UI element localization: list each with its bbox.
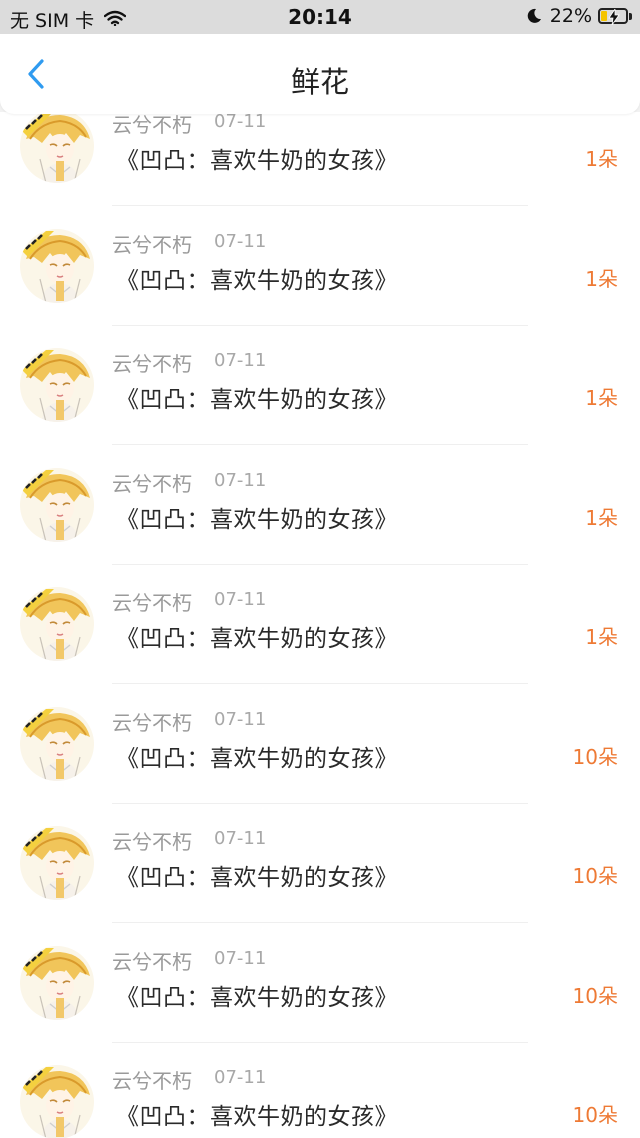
- author-name: 云兮不朽: [112, 949, 192, 974]
- nav-bar: 鲜花: [0, 34, 640, 114]
- list-item[interactable]: 云兮不朽 07-11 《凹凸：喜欢牛奶的女孩》 10朵: [0, 924, 640, 1043]
- list-item[interactable]: 云兮不朽 07-11 《凹凸：喜欢牛奶的女孩》 10朵: [0, 685, 640, 804]
- avatar[interactable]: [20, 228, 94, 303]
- date-label: 07-11: [214, 708, 267, 730]
- author-name: 云兮不朽: [112, 1069, 192, 1093]
- book-title: 《凹凸：喜欢牛奶的女孩》: [116, 506, 398, 533]
- flower-count: 1朵: [585, 147, 618, 171]
- date-label: 07-11: [214, 230, 267, 252]
- flower-count: 1朵: [585, 266, 618, 291]
- flower-count: 10朵: [572, 1103, 618, 1127]
- avatar[interactable]: [20, 587, 94, 661]
- book-title: 《凹凸：喜欢牛奶的女孩》: [116, 1104, 398, 1130]
- author-name: 云兮不朽: [112, 352, 192, 376]
- avatar[interactable]: [20, 1065, 94, 1138]
- list-item[interactable]: 云兮不朽 07-11 《凹凸：喜欢牛奶的女孩》 1朵: [0, 326, 640, 445]
- date-label: 07-11: [214, 469, 267, 491]
- flower-list[interactable]: 云兮不朽 07-11 《凹凸：喜欢牛奶的女孩》 1朵 云兮不朽 07-11 《凹凸：喜欢牛…: [0, 112, 640, 1138]
- book-title: 《凹凸：喜欢牛奶的女孩》: [116, 387, 398, 413]
- list-item[interactable]: 云兮不朽 07-11 《凹凸：喜欢牛奶的女孩》 1朵: [0, 565, 640, 684]
- charging-bolt-icon: [608, 7, 620, 30]
- date-label: 07-11: [214, 589, 267, 610]
- list-item[interactable]: 云兮不朽 07-11 《凹凸：喜欢牛奶的女孩》 1朵: [0, 112, 640, 206]
- book-title: 《凹凸：喜欢牛奶的女孩》: [116, 148, 398, 174]
- book-title: 《凹凸：喜欢牛奶的女孩》: [116, 267, 398, 294]
- battery-percent: 22%: [549, 5, 592, 27]
- flower-count: 10朵: [572, 744, 618, 769]
- author-name: 云兮不朽: [112, 113, 192, 137]
- battery-fill: [601, 11, 607, 21]
- flower-count: 1朵: [585, 386, 618, 410]
- date-label: 07-11: [214, 112, 267, 132]
- avatar[interactable]: [20, 826, 94, 900]
- book-title: 《凹凸：喜欢牛奶的女孩》: [116, 865, 398, 891]
- avatar[interactable]: [20, 945, 94, 1020]
- date-label: 07-11: [214, 1067, 267, 1088]
- list-item[interactable]: 云兮不朽 07-11 《凹凸：喜欢牛奶的女孩》 10朵: [0, 804, 640, 923]
- author-name: 云兮不朽: [112, 591, 192, 615]
- avatar[interactable]: [20, 112, 94, 183]
- moon-icon: [526, 8, 542, 24]
- author-name: 云兮不朽: [112, 232, 192, 257]
- book-title: 《凹凸：喜欢牛奶的女孩》: [116, 745, 398, 772]
- author-name: 云兮不朽: [112, 710, 192, 735]
- avatar[interactable]: [20, 467, 94, 542]
- list-item[interactable]: 云兮不朽 07-11 《凹凸：喜欢牛奶的女孩》 1朵: [0, 207, 640, 326]
- flower-count: 1朵: [585, 505, 618, 530]
- date-label: 07-11: [214, 828, 267, 849]
- page-title: 鲜花: [290, 65, 349, 99]
- battery-icon: [598, 7, 628, 26]
- flower-count: 10朵: [572, 983, 618, 1008]
- date-label: 07-11: [214, 947, 267, 969]
- flower-count: 10朵: [572, 864, 618, 888]
- avatar[interactable]: [20, 348, 94, 422]
- date-label: 07-11: [214, 350, 267, 371]
- battery-tip: [629, 12, 632, 20]
- status-right: 22%: [526, 5, 632, 27]
- author-name: 云兮不朽: [112, 471, 192, 496]
- book-title: 《凹凸：喜欢牛奶的女孩》: [116, 984, 398, 1011]
- author-name: 云兮不朽: [112, 830, 192, 854]
- list-item[interactable]: 云兮不朽 07-11 《凹凸：喜欢牛奶的女孩》 10朵: [0, 1043, 640, 1138]
- avatar[interactable]: [20, 706, 94, 781]
- book-title: 《凹凸：喜欢牛奶的女孩》: [116, 626, 398, 652]
- flower-count: 1朵: [585, 625, 618, 649]
- status-bar: 无 SIM 卡 20:14 22%: [0, 0, 640, 34]
- list-item[interactable]: 云兮不朽 07-11 《凹凸：喜欢牛奶的女孩》 1朵: [0, 446, 640, 565]
